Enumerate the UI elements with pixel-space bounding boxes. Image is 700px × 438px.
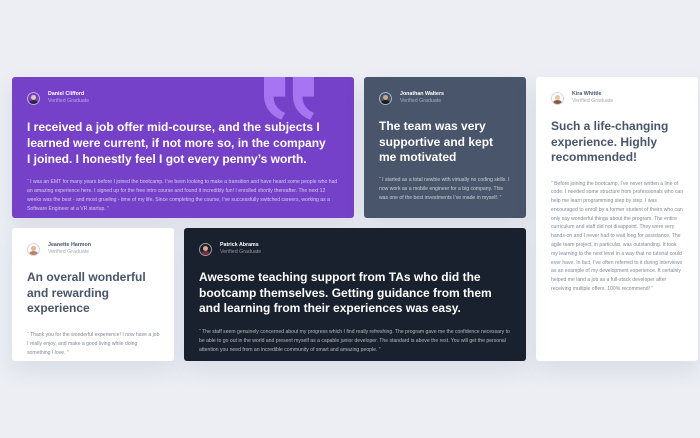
author-role: Verified Graduate [400,98,442,104]
author-role: Verified Graduate [220,249,262,255]
testimonial-body: “ I started as a total newbie with virtu… [379,176,510,201]
author-name: Daniel Clifford [48,91,85,97]
author-name: Kira Whittle [572,91,602,97]
author-role: Verified Graduate [48,249,90,255]
author-role: Verified Graduate [48,98,90,104]
author: Jonathan Walters Verified Graduate [379,91,512,105]
testimonial-body: “ I was an EMT for many years before I j… [27,179,338,212]
testimonial-body: “ The staff seem genuinely concerned abo… [199,328,510,353]
testimonial-card-jonathan: Jonathan Walters Verified Graduate The t… [364,77,526,218]
testimonial-headline: Such a life-changing experience. Highly … [551,119,669,164]
kira-avatar-icon [551,91,564,105]
author: Jeanette Harmon Verified Graduate [27,242,160,256]
author: Patrick Abrams Verified Graduate [199,242,512,256]
testimonial-headline: The team was very supportive and kept me… [379,119,494,164]
daniel-avatar-icon [27,91,40,105]
testimonial-card-kira: Kira Whittle Verified Graduate Such a li… [536,77,698,361]
jeanette-avatar-icon [27,242,40,256]
author: Daniel Clifford Verified Graduate [27,91,340,105]
testimonial-body: “ Thank you for the wonderful experience… [27,331,160,356]
testimonial-headline: I received a job offer mid-course, and t… [27,120,326,166]
testimonial-headline: An overall wonderful and rewarding exper… [27,270,146,315]
testimonial-card-jeanette: Jeanette Harmon Verified Graduate An ove… [12,228,174,361]
author-name: Jeanette Harmon [48,242,91,248]
testimonial-headline: Awesome teaching support from TAs who di… [199,270,492,315]
testimonial-card-daniel: Daniel Clifford Verified Graduate I rece… [12,77,354,218]
testimonials-grid: Daniel Clifford Verified Graduate I rece… [12,77,698,361]
author-name: Jonathan Walters [400,91,444,97]
testimonial-body: “ Before joining the bootcamp, I’ve neve… [551,180,684,293]
testimonial-card-patrick: Patrick Abrams Verified Graduate Awesome… [184,228,526,361]
patrick-avatar-icon [199,242,212,256]
jonathan-avatar-icon [379,91,392,105]
author-role: Verified Graduate [572,98,614,104]
author: Kira Whittle Verified Graduate [551,91,684,105]
author-name: Patrick Abrams [220,242,259,248]
